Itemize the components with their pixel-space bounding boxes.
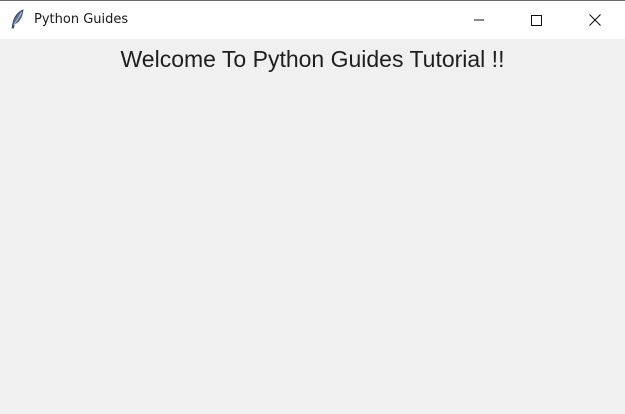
maximize-button[interactable] (513, 1, 559, 39)
close-button[interactable] (572, 1, 618, 39)
maximize-icon (531, 15, 542, 26)
app-window: Python Guides Welcome To Python Guides T… (0, 0, 625, 414)
minimize-button[interactable] (456, 1, 502, 39)
minimize-icon (474, 19, 484, 21)
close-icon (589, 14, 601, 26)
welcome-label: Welcome To Python Guides Tutorial !! (120, 46, 505, 72)
title-bar[interactable]: Python Guides (0, 1, 625, 39)
main-content: Welcome To Python Guides Tutorial !! (0, 39, 625, 414)
window-title: Python Guides (34, 12, 129, 27)
feather-icon (10, 9, 26, 29)
